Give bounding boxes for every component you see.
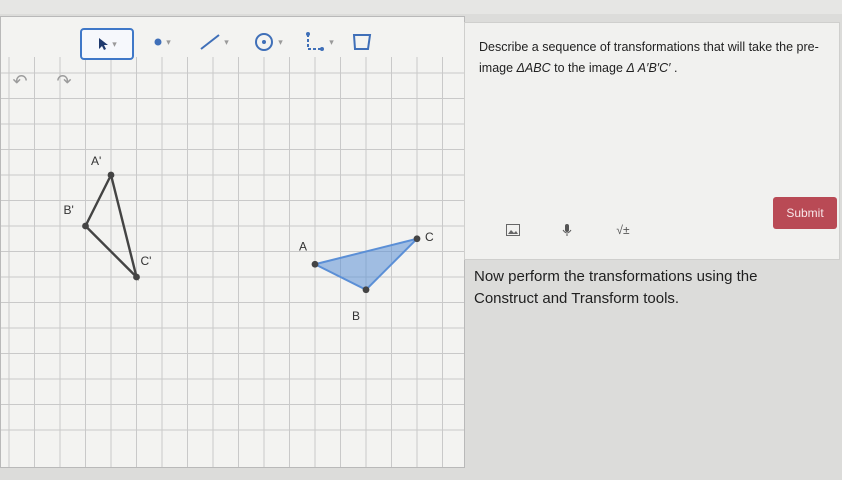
preimage-label: ΔABC [516,61,551,75]
sqrt-icon: √± [616,223,630,237]
vertex-point[interactable] [133,273,140,281]
chevron-down-icon: ▾ [112,38,117,49]
image-button[interactable] [497,219,529,241]
microphone-button[interactable] [551,219,583,241]
chevron-down-icon: ▾ [224,36,229,47]
segment-icon [200,34,220,50]
microphone-icon [562,224,572,236]
vertex-point[interactable] [311,260,319,268]
question-text: Describe a sequence of transformations t… [479,37,829,79]
construct-toolbar: ▾ ▾ ▾ ▾ ▾ [0,16,463,64]
vertex-point[interactable] [362,286,370,294]
vertex-point[interactable] [82,222,89,230]
transform-icon [306,32,325,51]
sqrt-button[interactable]: √± [607,219,639,241]
transform-tool[interactable]: ▾ [296,28,340,56]
polygon-tool[interactable] [346,28,378,56]
polygon-icon [352,34,372,50]
points[interactable]: A' B' C' A B C [64,154,435,323]
triangles [84,171,421,291]
circle-icon [255,33,274,51]
vertex-point[interactable] [413,235,421,243]
segment-tool[interactable]: ▾ [192,28,236,56]
undo-button[interactable]: ↶ [6,68,34,94]
vertex-label: C' [141,254,152,268]
chevron-down-icon: ▾ [278,36,283,47]
redo-button[interactable]: ↷ [50,68,78,94]
submit-button[interactable]: Submit [773,197,837,229]
vertex-label: B [352,309,360,323]
arrow-pointer-icon [99,38,109,50]
vertex-label: A' [91,154,101,168]
vertex-label: B' [64,203,74,217]
question-panel: Describe a sequence of transformations t… [464,22,840,260]
question-part: to the image [550,61,627,75]
chevron-down-icon: ▾ [329,36,334,47]
undo-icon: ↶ [12,70,28,91]
question-part: . [670,61,678,75]
chevron-down-icon: ▾ [166,36,171,47]
vertex-label: C [425,230,434,244]
point-icon [154,38,162,46]
vertex-point[interactable] [107,171,115,179]
redo-icon: ↷ [56,70,72,91]
select-tool[interactable]: ▾ [80,28,134,60]
image-icon [506,224,520,236]
vertex-label: A [299,239,307,253]
circle-tool[interactable]: ▾ [246,28,290,56]
top-band [0,0,842,14]
instruction-text: Now perform the transformations using th… [474,268,758,307]
point-tool[interactable]: ▾ [140,28,184,56]
image-label: Δ A′B′C′ [626,61,671,75]
